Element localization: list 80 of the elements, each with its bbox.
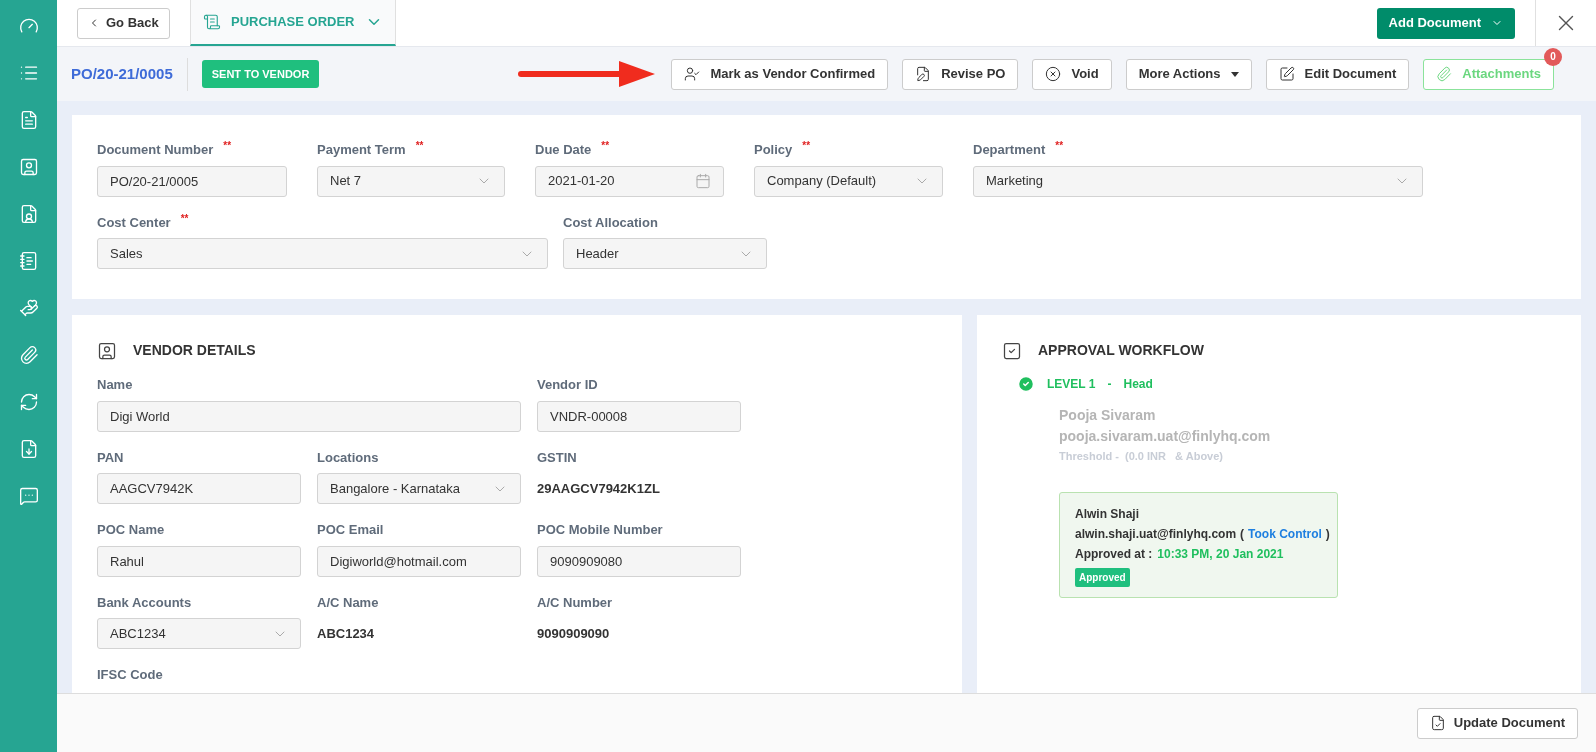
field-label: Department xyxy=(973,141,1046,159)
level-role: Head xyxy=(1123,376,1153,393)
field-label: POC Name xyxy=(97,521,165,539)
decision-name: Alwin Shaji xyxy=(1075,506,1140,523)
field-label: PAN xyxy=(97,448,124,467)
text-field[interactable]: Digiworld@hotmail.com xyxy=(317,545,521,577)
circle-x-icon xyxy=(1045,66,1062,82)
back-button[interactable]: Go Back xyxy=(77,7,170,39)
field-label: Document Number xyxy=(97,141,214,159)
field-label: Vendor ID xyxy=(537,376,598,394)
approved-badge: Approved xyxy=(1075,568,1130,587)
select-field[interactable]: Net 7 xyxy=(317,165,505,197)
approver-email: pooja.sivaram.uat@finlyhq.com xyxy=(1059,427,1272,446)
file-edit-icon xyxy=(915,66,932,82)
section-title: APPROVAL WORKFLOW xyxy=(1038,341,1204,360)
update-document-button[interactable]: Update Document xyxy=(1416,707,1578,739)
required-mark: ** xyxy=(802,140,811,152)
field-label: GSTIN xyxy=(537,448,577,467)
approved-at-label: Approved at : xyxy=(1075,546,1153,563)
paren-open: ( xyxy=(1240,526,1245,543)
revise-button[interactable]: Revise PO xyxy=(902,58,1019,90)
field-label: Payment Term xyxy=(317,141,406,159)
edit-icon xyxy=(1278,66,1295,82)
select-field[interactable]: Bangalore - Karnataka xyxy=(317,473,521,504)
select-field[interactable]: ABC1234 xyxy=(97,618,301,649)
user-check-icon xyxy=(684,66,701,82)
paperclip-icon xyxy=(1436,66,1453,82)
decision-email: alwin.shaji.uat@finlyhq.com xyxy=(1075,526,1237,543)
field-label: A/C Name xyxy=(317,593,379,612)
contact-icon xyxy=(97,340,117,361)
field-label: A/C Number xyxy=(537,593,613,612)
took-control-link[interactable]: Took Control xyxy=(1248,525,1322,543)
scroll-icon xyxy=(203,13,221,31)
required-mark: ** xyxy=(180,212,189,225)
add-document-button[interactable]: Add Document xyxy=(1376,7,1515,39)
field-label: Locations xyxy=(317,448,379,467)
required-mark: ** xyxy=(1055,140,1064,152)
approved-time: 10:33 PM, 20 Jan 2021 xyxy=(1157,546,1284,563)
level-separator: - xyxy=(1107,376,1112,393)
field-value: 29AAGCV7942K1ZL xyxy=(537,479,660,498)
field-value: 9090909090 xyxy=(537,624,610,643)
text-field[interactable]: VNDR-00008 xyxy=(537,400,741,432)
field-label: IFSC Code xyxy=(97,666,163,684)
required-mark: ** xyxy=(601,140,610,152)
field-label: Policy xyxy=(754,141,793,159)
field-label: Cost Allocation xyxy=(563,213,658,232)
field-label: POC Email xyxy=(317,521,384,539)
field-label: Name xyxy=(97,376,133,394)
checkbox-icon xyxy=(1002,340,1022,361)
text-field[interactable]: Digi World xyxy=(97,400,521,432)
select-field[interactable]: Marketing xyxy=(973,165,1423,197)
select-field[interactable]: Sales xyxy=(97,238,548,269)
count-badge: 0 xyxy=(1544,47,1562,66)
more-actions-dropdown[interactable]: More Actions xyxy=(1125,58,1252,90)
approver-name: Pooja Sivaram xyxy=(1059,406,1157,425)
field-label: POC Mobile Number xyxy=(537,521,663,539)
calendar-icon xyxy=(695,173,711,189)
confirm-button[interactable]: Mark as Vendor Confirmed xyxy=(671,58,889,90)
file-check-icon xyxy=(1429,715,1446,731)
field-label: Due Date xyxy=(535,141,592,159)
level-label: LEVEL 1 xyxy=(1047,376,1096,393)
select-field[interactable]: Company (Default) xyxy=(754,165,943,197)
status-badge: SENT TO VENDOR xyxy=(201,59,320,89)
text-field[interactable]: 9090909080 xyxy=(537,545,741,577)
section-title: VENDOR DETAILS xyxy=(133,341,256,360)
select-field[interactable]: Header xyxy=(563,238,767,269)
field-value: ABC1234 xyxy=(317,624,375,643)
date-field[interactable]: 2021-01-20 xyxy=(535,165,724,197)
paren-close: ) xyxy=(1325,526,1330,543)
caret-icon xyxy=(1230,71,1239,77)
text-field[interactable]: AAGCV7942K xyxy=(97,473,301,504)
text-field[interactable]: Rahul xyxy=(97,545,301,577)
field-label: Cost Center xyxy=(97,213,171,232)
edit-button[interactable]: Edit Document xyxy=(1265,58,1410,90)
document-number: PO/20-21/0005 xyxy=(71,57,188,91)
void-button[interactable]: Void xyxy=(1032,58,1112,90)
required-mark: ** xyxy=(223,140,232,152)
text-field[interactable]: PO/20-21/0005 xyxy=(97,165,287,197)
field-label: Bank Accounts xyxy=(97,593,192,612)
required-mark: ** xyxy=(415,140,424,152)
